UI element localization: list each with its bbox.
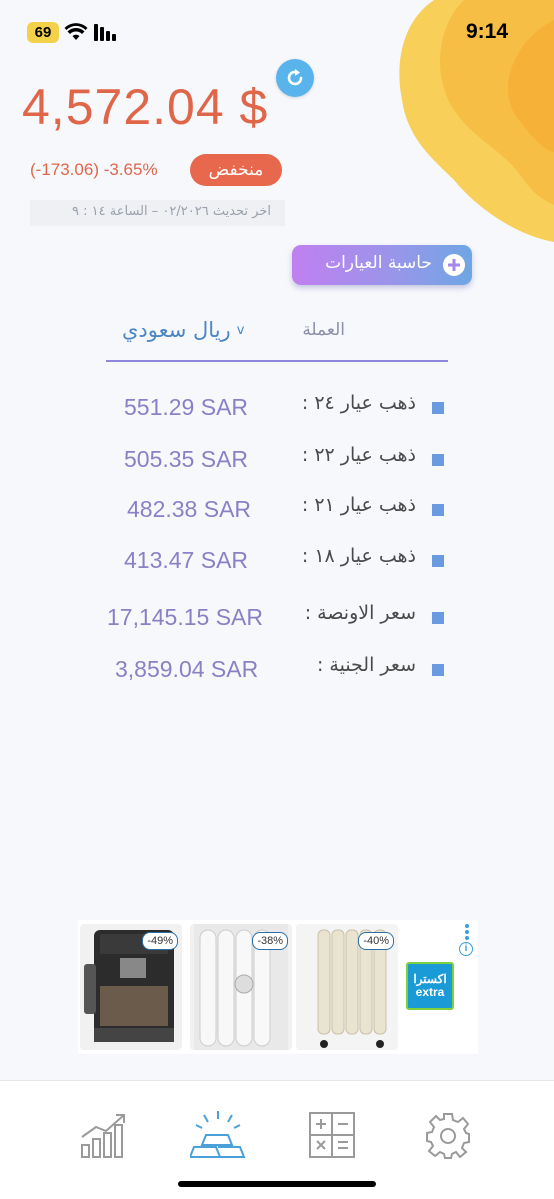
price-change-row: (-173.06) -3.65% منخفض <box>30 154 290 188</box>
list-item: 413.47 SAR ذهب عيار ١٨ : <box>100 535 460 575</box>
list-item: 17,145.15 SAR سعر الاونصة : <box>100 592 460 632</box>
bullet-icon <box>432 664 444 676</box>
list-item: 3,859.04 SAR سعر الجنية : <box>100 644 460 684</box>
info-icon[interactable]: i <box>459 942 473 956</box>
price-label: ذهب عيار ٢٤ : <box>301 392 416 414</box>
price-label: ذهب عيار ١٨ : <box>301 545 416 567</box>
tab-settings[interactable] <box>418 1109 478 1161</box>
ad-banner[interactable]: -49% -38% -40% اكسترا extra i <box>78 920 478 1054</box>
discount-badge: -49% <box>142 932 178 950</box>
list-item: 551.29 SAR ذهب عيار ٢٤ : <box>100 382 460 422</box>
tab-chart[interactable] <box>74 1109 134 1161</box>
bullet-icon <box>432 402 444 414</box>
plus-icon <box>443 254 465 276</box>
karat-calculator-label: حاسبة العيارات <box>325 253 432 273</box>
ad-product-coffee-machine[interactable]: -49% <box>80 924 182 1050</box>
list-item: 482.38 SAR ذهب عيار ٢١ : <box>100 484 460 524</box>
tab-gold[interactable] <box>188 1109 248 1161</box>
bullet-icon <box>432 454 444 466</box>
ad-product-oil-heater[interactable]: -40% <box>296 924 398 1050</box>
chart-icon <box>81 1114 125 1158</box>
last-updated: اخر تحديث ٠٢/٢٠٢٦ – الساعة ١٤ : ٩ <box>30 200 285 226</box>
price-label: ذهب عيار ٢١ : <box>301 494 416 516</box>
discount-badge: -38% <box>252 932 288 950</box>
currency-label: العملة <box>302 320 345 340</box>
bullet-icon <box>432 555 444 567</box>
gear-icon <box>426 1113 470 1159</box>
price-value: 482.38 SAR <box>127 496 252 522</box>
chevron-down-icon: v <box>236 322 245 338</box>
bullet-icon <box>432 504 444 516</box>
price-value: 3,859.04 SAR <box>115 656 259 682</box>
currency-dropdown[interactable]: ريال سعودي v <box>122 318 244 342</box>
price-value: 551.29 SAR <box>124 394 249 420</box>
wifi-icon <box>64 23 88 40</box>
extra-logo: اكسترا extra <box>406 962 454 1010</box>
currency-value: ريال سعودي <box>122 318 231 342</box>
clock: 9:14 <box>465 20 508 43</box>
home-indicator <box>178 1181 376 1187</box>
gold-bars-icon <box>190 1111 246 1158</box>
calculator-icon <box>309 1112 355 1158</box>
status-badge: منخفض <box>190 154 282 186</box>
logo-text-en: extra <box>415 985 445 999</box>
bullet-icon <box>432 612 444 624</box>
discount-badge: -40% <box>358 932 394 950</box>
signal-icon <box>94 24 116 41</box>
refresh-button[interactable] <box>276 59 314 97</box>
ad-product-heater[interactable]: -38% <box>190 924 292 1050</box>
list-item: 505.35 SAR ذهب عيار ٢٢ : <box>100 434 460 474</box>
karat-calculator-button[interactable]: حاسبة العيارات <box>292 245 472 285</box>
price-label: سعر الاونصة : <box>304 602 416 624</box>
battery-indicator: 69 <box>27 22 59 43</box>
price-value: 505.35 SAR <box>124 446 249 472</box>
price-label: ذهب عيار ٢٢ : <box>301 444 416 466</box>
status-bar: 69 9:14 <box>0 0 554 64</box>
price-change: (-173.06) -3.65% <box>30 160 158 179</box>
more-options-icon[interactable] <box>462 922 472 942</box>
price-label: سعر الجنية : <box>316 654 416 676</box>
price-value: 17,145.15 SAR <box>107 604 264 630</box>
currency-selector-row: العملة ريال سعودي v <box>106 310 448 362</box>
tab-calculator[interactable] <box>302 1109 362 1161</box>
refresh-icon <box>287 69 303 86</box>
gold-price: 4,572.04 $ <box>22 79 269 135</box>
price-value: 413.47 SAR <box>124 547 249 573</box>
